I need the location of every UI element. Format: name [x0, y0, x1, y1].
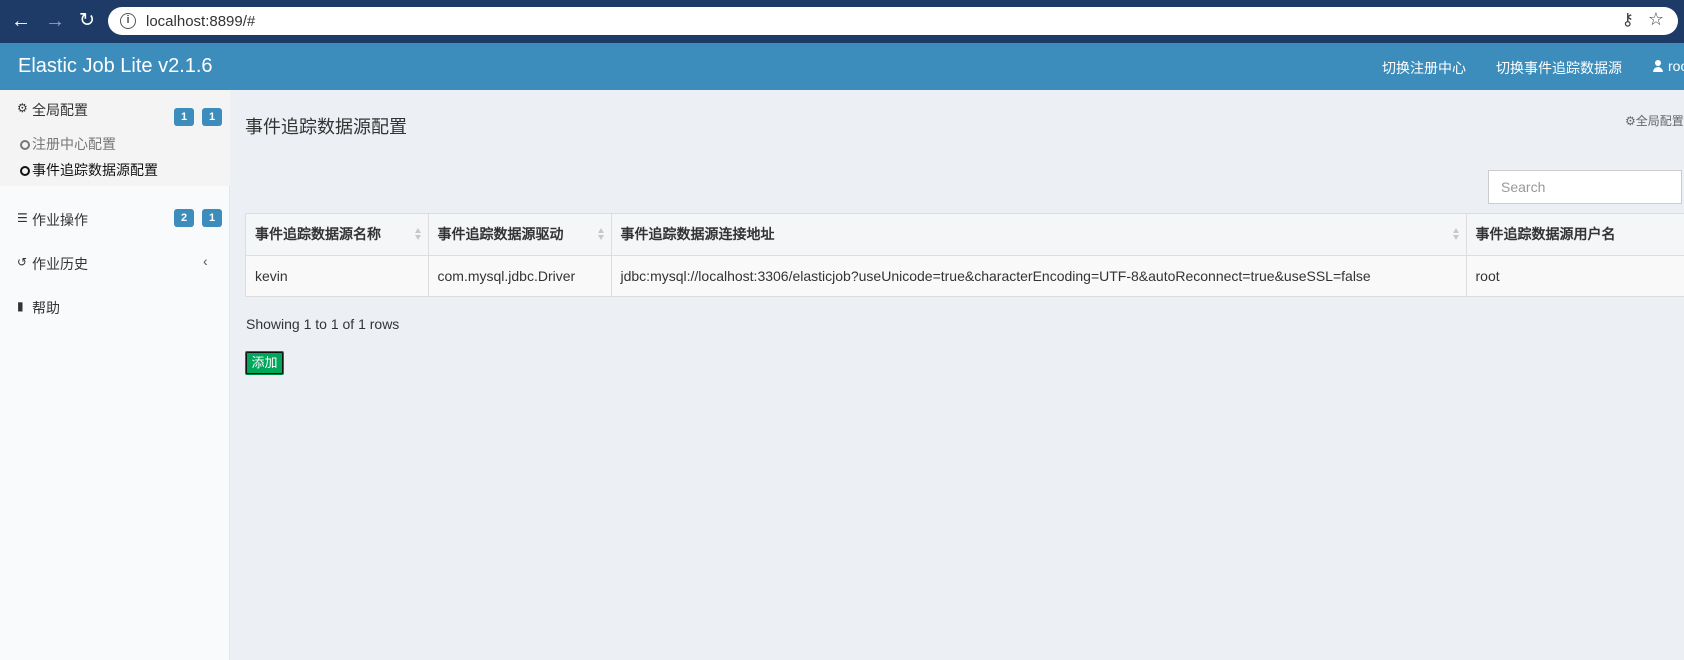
- page-title: 事件追踪数据源配置: [245, 117, 407, 137]
- sidebar-item-label: 作业操作: [32, 212, 88, 228]
- sidebar: ⚙ 全局配置 1 1 注册中心配置 事件追踪数据源配置 ☰ 作业操作 2 1 ↺…: [0, 90, 230, 660]
- sidebar-item-label: 作业历史: [32, 256, 88, 272]
- sidebar-submenu: 注册中心配置 事件追踪数据源配置: [0, 126, 230, 186]
- column-header-name[interactable]: 事件追踪数据源名称: [246, 214, 429, 256]
- key-icon[interactable]: ⚷: [1622, 10, 1634, 30]
- address-bar[interactable]: i localhost:8899/# ⚷ ☆: [108, 7, 1678, 35]
- gears-icon: ⚙: [17, 101, 28, 115]
- info-icon[interactable]: i: [120, 13, 136, 29]
- datasource-table: 事件追踪数据源名称 事件追踪数据源驱动 事件追踪数据源连接地址 事件追踪数据源用…: [245, 213, 1684, 297]
- sidebar-item-job-history[interactable]: ↺ 作业历史 ‹: [0, 244, 230, 280]
- count-badge: 1: [202, 108, 222, 126]
- count-badge: 1: [202, 209, 222, 227]
- search-input[interactable]: [1488, 170, 1682, 204]
- switch-event-datasource-link[interactable]: 切换事件追踪数据源: [1496, 58, 1622, 78]
- tasks-icon: ☰: [17, 211, 28, 225]
- circle-icon: [20, 140, 30, 150]
- sidebar-item-global-config[interactable]: ⚙ 全局配置 1 1: [0, 90, 230, 126]
- star-icon[interactable]: ☆: [1648, 9, 1664, 30]
- add-button[interactable]: 添加: [245, 351, 284, 375]
- url-text[interactable]: localhost:8899/#: [146, 13, 255, 30]
- breadcrumb-item[interactable]: 全局配置: [1636, 114, 1684, 128]
- app-header: Elastic Job Lite v2.1.6 切换注册中心 切换事件追踪数据源…: [0, 43, 1684, 90]
- sort-icon: [414, 228, 422, 242]
- cell-driver: com.mysql.jdbc.Driver: [428, 255, 612, 296]
- pagination-info: Showing 1 to 1 of 1 rows: [246, 316, 400, 332]
- breadcrumb[interactable]: ⚙全局配置: [1625, 112, 1684, 129]
- column-header-username[interactable]: 事件追踪数据源用户名: [1466, 214, 1684, 256]
- sidebar-item-label: 全局配置: [32, 102, 88, 118]
- column-header-url[interactable]: 事件追踪数据源连接地址: [611, 214, 1467, 256]
- history-icon: ↺: [17, 255, 28, 269]
- sidebar-item-event-datasource-config[interactable]: 事件追踪数据源配置: [20, 160, 158, 180]
- table-row[interactable]: kevin com.mysql.jdbc.Driver jdbc:mysql:/…: [246, 255, 1684, 296]
- browser-toolbar: ← → ↻ i localhost:8899/# ⚷ ☆: [0, 0, 1684, 43]
- cell-username: root: [1466, 255, 1684, 296]
- sort-icon: [597, 228, 605, 242]
- user-menu[interactable]: root: [1652, 58, 1684, 74]
- arrow-left-icon[interactable]: ←: [8, 8, 34, 34]
- brand-title[interactable]: Elastic Job Lite v2.1.6: [18, 55, 213, 78]
- arrow-right-icon[interactable]: →: [42, 8, 68, 34]
- user-icon: [1652, 60, 1664, 72]
- reload-icon[interactable]: ↻: [74, 8, 100, 34]
- table-header-row: 事件追踪数据源名称 事件追踪数据源驱动 事件追踪数据源连接地址 事件追踪数据源用…: [246, 214, 1684, 256]
- sidebar-item-label: 帮助: [32, 300, 60, 316]
- sort-icon: [1452, 228, 1460, 242]
- chevron-left-icon: ‹: [203, 253, 208, 269]
- circle-icon: [20, 166, 30, 176]
- cell-url: jdbc:mysql://localhost:3306/elasticjob?u…: [611, 255, 1467, 296]
- gears-icon: ⚙: [1625, 114, 1636, 128]
- count-badge: 1: [174, 108, 194, 126]
- column-header-driver[interactable]: 事件追踪数据源驱动: [428, 214, 612, 256]
- user-name: root: [1668, 58, 1684, 74]
- count-badge: 2: [174, 209, 194, 227]
- sidebar-item-help[interactable]: ▮ 帮助: [0, 288, 230, 324]
- cell-name: kevin: [246, 255, 429, 296]
- switch-registry-link[interactable]: 切换注册中心: [1382, 58, 1466, 78]
- sidebar-item-registry-config[interactable]: 注册中心配置: [20, 134, 116, 154]
- book-icon: ▮: [17, 299, 24, 313]
- sidebar-item-job-ops[interactable]: ☰ 作业操作 2 1: [0, 200, 230, 236]
